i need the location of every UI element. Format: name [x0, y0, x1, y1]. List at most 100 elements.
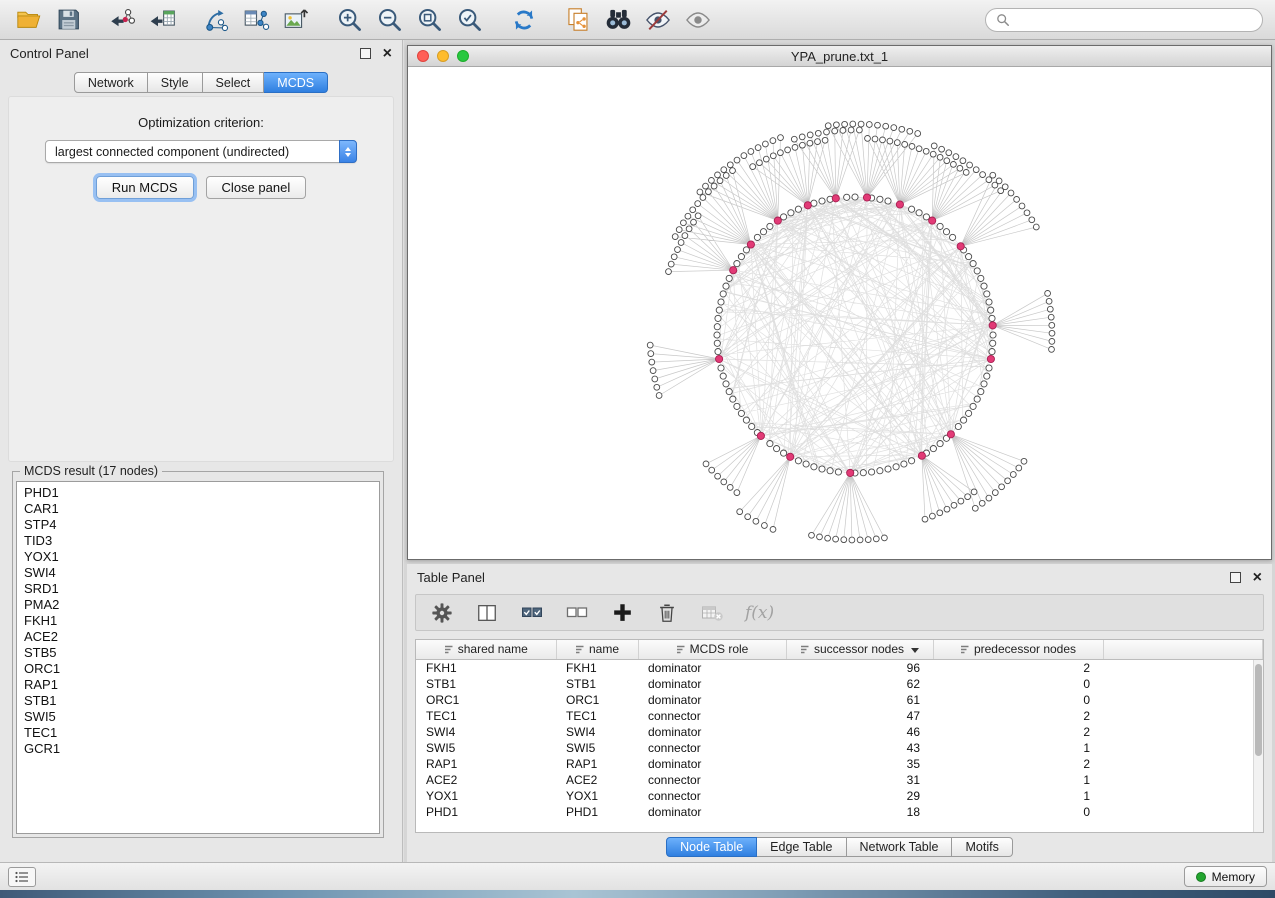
network-node[interactable] — [858, 121, 864, 127]
mcds-dominator-node[interactable] — [774, 217, 781, 224]
table-cell[interactable]: 0 — [933, 676, 1103, 692]
network-node[interactable] — [822, 137, 828, 143]
network-node[interactable] — [715, 315, 721, 321]
mcds-result-item[interactable]: FKH1 — [24, 613, 372, 629]
network-node[interactable] — [799, 134, 805, 140]
network-node[interactable] — [909, 458, 915, 464]
network-node[interactable] — [1019, 203, 1025, 209]
network-node[interactable] — [944, 158, 950, 164]
network-node[interactable] — [819, 198, 825, 204]
network-node[interactable] — [877, 468, 883, 474]
mcds-result-item[interactable]: GCR1 — [24, 741, 372, 757]
column-header-name[interactable]: name — [556, 640, 638, 659]
add-column-icon[interactable] — [610, 601, 634, 625]
network-node[interactable] — [873, 536, 879, 542]
network-node[interactable] — [647, 342, 653, 348]
status-menu-button[interactable] — [8, 867, 36, 887]
network-node[interactable] — [953, 154, 959, 160]
network-node[interactable] — [762, 523, 768, 529]
open-icon[interactable] — [12, 5, 44, 35]
network-node[interactable] — [974, 268, 980, 274]
table-cell[interactable]: dominator — [638, 724, 786, 740]
table-cell[interactable] — [1103, 740, 1263, 756]
tab-mcds[interactable]: MCDS — [264, 72, 328, 93]
network-node[interactable] — [939, 146, 945, 152]
network-node[interactable] — [718, 299, 724, 305]
table-settings-gear-icon[interactable] — [430, 601, 454, 625]
network-node[interactable] — [937, 154, 943, 160]
network-node[interactable] — [767, 441, 773, 447]
network-node[interactable] — [734, 403, 740, 409]
mcds-dominator-node[interactable] — [787, 453, 794, 460]
network-node[interactable] — [857, 127, 863, 133]
network-node[interactable] — [720, 373, 726, 379]
network-node[interactable] — [791, 136, 797, 142]
new-network-from-table-icon[interactable] — [240, 5, 272, 35]
network-node[interactable] — [763, 141, 769, 147]
window-close-icon[interactable] — [417, 50, 429, 62]
network-node[interactable] — [832, 128, 838, 134]
network-node[interactable] — [788, 210, 794, 216]
network-node[interactable] — [842, 121, 848, 127]
optimization-criterion-select[interactable]: largest connected component (undirected) — [45, 140, 357, 163]
table-cell[interactable]: ORC1 — [556, 692, 638, 708]
network-node[interactable] — [703, 183, 709, 189]
network-node[interactable] — [703, 461, 709, 467]
network-node[interactable] — [730, 396, 736, 402]
network-node[interactable] — [857, 537, 863, 543]
network-node[interactable] — [685, 213, 691, 219]
table-cell[interactable]: FKH1 — [416, 659, 556, 676]
network-node[interactable] — [738, 410, 744, 416]
table-row[interactable]: FKH1FKH1dominator962 — [416, 659, 1263, 676]
network-node[interactable] — [885, 466, 891, 472]
table-cell[interactable] — [1103, 788, 1263, 804]
network-node[interactable] — [915, 131, 921, 137]
network-node[interactable] — [819, 466, 825, 472]
network-node[interactable] — [865, 537, 871, 543]
table-cell[interactable]: 18 — [786, 804, 933, 820]
network-node[interactable] — [723, 283, 729, 289]
network-node[interactable] — [723, 381, 729, 387]
network-node[interactable] — [727, 485, 733, 491]
mcds-dominator-node[interactable] — [832, 195, 839, 202]
network-node[interactable] — [726, 389, 732, 395]
network-node[interactable] — [1008, 190, 1014, 196]
network-node[interactable] — [966, 410, 972, 416]
mcds-result-item[interactable]: ACE2 — [24, 629, 372, 645]
network-node[interactable] — [967, 162, 973, 168]
table-cell[interactable]: 1 — [933, 772, 1103, 788]
network-node[interactable] — [716, 307, 722, 313]
network-node[interactable] — [763, 156, 769, 162]
network-node[interactable] — [930, 446, 936, 452]
table-row[interactable]: ORC1ORC1dominator610 — [416, 692, 1263, 708]
network-node[interactable] — [672, 234, 678, 240]
network-node[interactable] — [760, 229, 766, 235]
mcds-result-item[interactable]: ORC1 — [24, 661, 372, 677]
network-node[interactable] — [972, 505, 978, 511]
search-network-icon[interactable] — [602, 5, 634, 35]
mcds-dominator-node[interactable] — [929, 217, 936, 224]
table-cell[interactable]: SWI4 — [416, 724, 556, 740]
network-node[interactable] — [958, 498, 964, 504]
network-node[interactable] — [824, 129, 830, 135]
table-cell[interactable]: 2 — [933, 724, 1103, 740]
table-row[interactable]: PHD1PHD1dominator180 — [416, 804, 1263, 820]
network-node[interactable] — [901, 461, 907, 467]
network-node[interactable] — [970, 261, 976, 267]
mcds-result-item[interactable]: CAR1 — [24, 501, 372, 517]
network-node[interactable] — [841, 537, 847, 543]
table-cell[interactable]: SWI4 — [556, 724, 638, 740]
network-node[interactable] — [757, 160, 763, 166]
table-cell[interactable]: 2 — [933, 659, 1103, 676]
network-node[interactable] — [848, 127, 854, 133]
network-node[interactable] — [774, 446, 780, 452]
network-node[interactable] — [944, 506, 950, 512]
network-node[interactable] — [893, 464, 899, 470]
network-node[interactable] — [877, 196, 883, 202]
network-node[interactable] — [711, 183, 717, 189]
network-window-titlebar[interactable]: YPA_prune.txt_1 — [408, 46, 1271, 67]
network-node[interactable] — [992, 490, 998, 496]
network-node[interactable] — [1024, 210, 1030, 216]
network-node[interactable] — [979, 500, 985, 506]
network-node[interactable] — [960, 158, 966, 164]
